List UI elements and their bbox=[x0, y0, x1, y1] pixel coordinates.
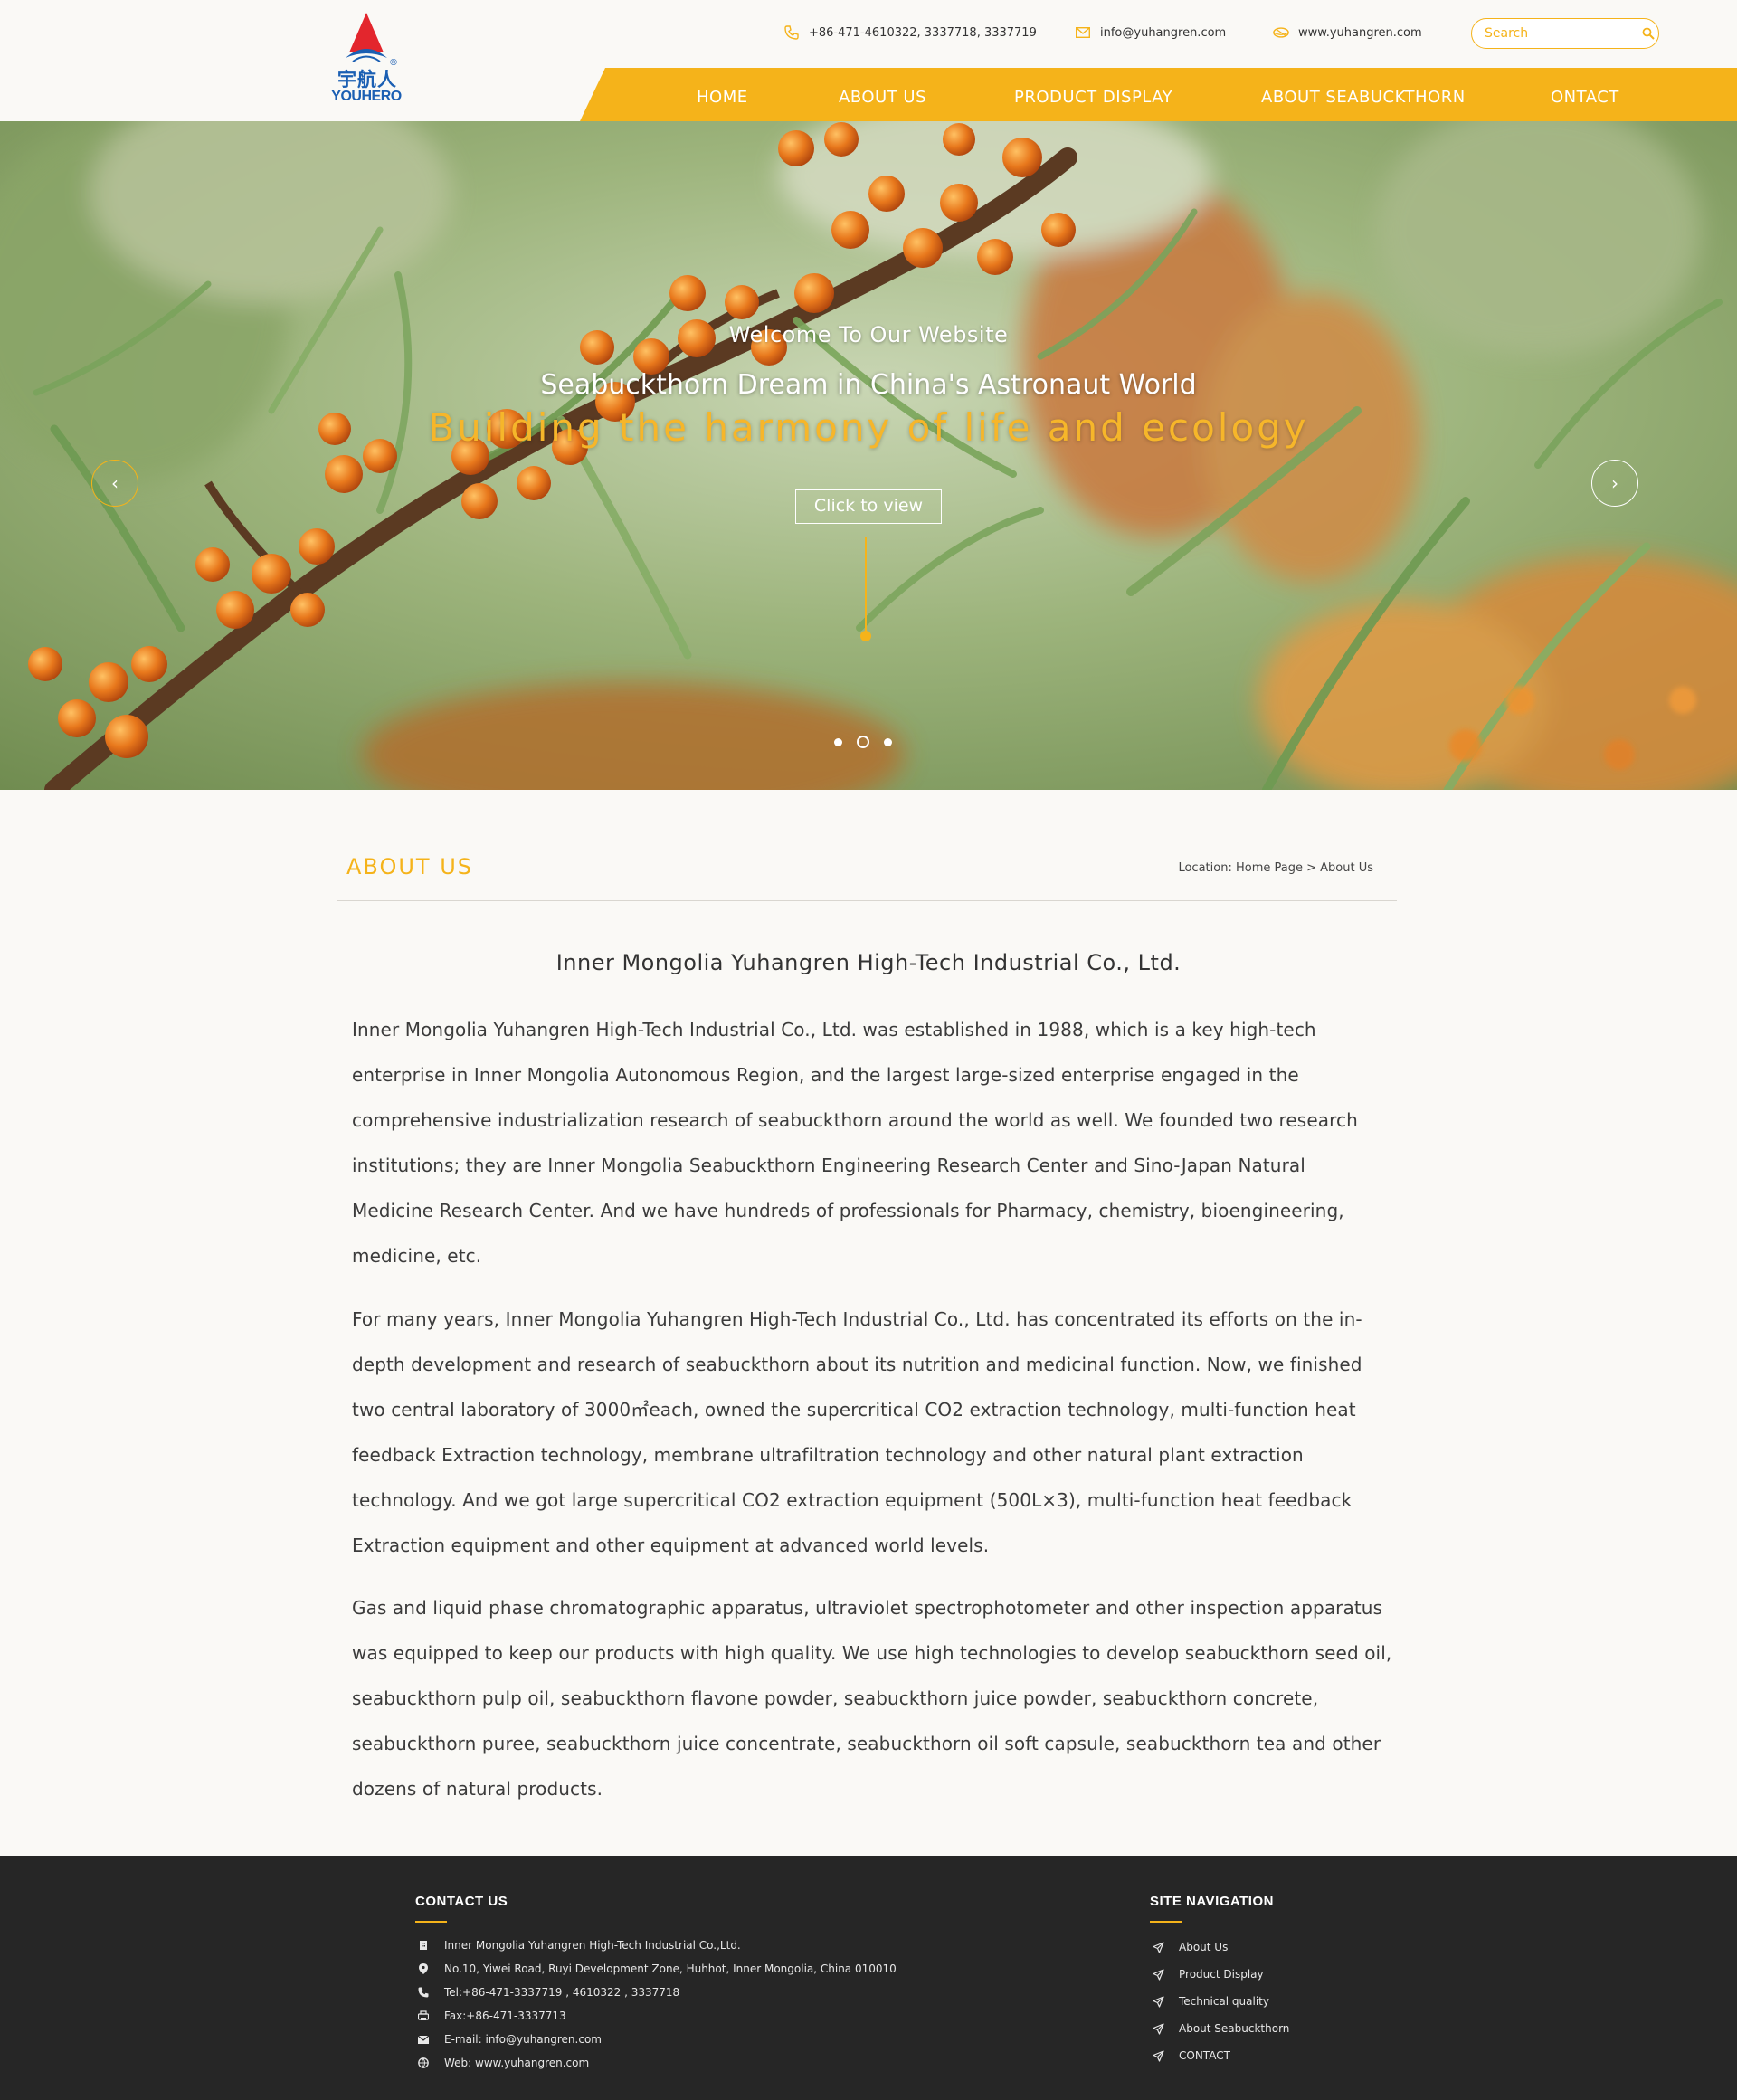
footer-fax-text: Fax:+86-471-3337713 bbox=[444, 2010, 566, 2022]
breadcrumb-current[interactable]: About Us bbox=[1320, 861, 1373, 875]
chevron-left-icon: ‹ bbox=[111, 472, 119, 494]
footer-web-text: Web: www.yuhangren.com bbox=[444, 2057, 590, 2069]
main-nav: HOME ABOUT US PRODUCT DISPLAY ABOUT SEAB… bbox=[580, 68, 1737, 121]
breadcrumb-separator: > bbox=[1302, 861, 1321, 875]
footer-contact-item: Tel:+86-471-3337719 , 4610322 , 3337718 bbox=[417, 1981, 897, 2004]
nav-about-us[interactable]: ABOUT US bbox=[839, 68, 926, 121]
slider-pagination bbox=[834, 736, 906, 748]
about-section-header: ABOUT US Location: Home Page > About Us bbox=[337, 850, 1397, 901]
header-email[interactable]: info@yuhangren.com bbox=[1075, 22, 1226, 43]
about-paragraph-3: Gas and liquid phase chromatographic app… bbox=[352, 1597, 1392, 1800]
site-header: ® 宇航人 YOUHERO +86-471-4610322, 3337718, … bbox=[0, 0, 1737, 121]
search-box bbox=[1471, 18, 1659, 49]
footer-nav-product-display[interactable]: Product Display bbox=[1152, 1961, 1289, 1988]
hero-view-button[interactable]: Click to view bbox=[795, 489, 942, 524]
hero-divider-dot bbox=[860, 631, 871, 641]
hero-tagline: Building the harmony of life and ecology bbox=[428, 405, 1309, 450]
slider-dot-3[interactable] bbox=[884, 737, 892, 746]
nav-contact[interactable]: ONTACT bbox=[1551, 68, 1619, 121]
footer-contact-underline bbox=[415, 1921, 447, 1923]
send-arrow-icon bbox=[1152, 1941, 1164, 1953]
slider-next-button[interactable]: › bbox=[1591, 460, 1638, 507]
slider-dot-2[interactable] bbox=[857, 736, 869, 748]
footer-tel-text: Tel:+86-471-3337719 , 4610322 , 3337718 bbox=[444, 1986, 680, 1999]
logo-mark-icon bbox=[346, 13, 387, 62]
breadcrumb-home-link[interactable]: Home Page bbox=[1236, 861, 1303, 875]
nav-product-display[interactable]: PRODUCT DISPLAY bbox=[1014, 68, 1172, 121]
send-arrow-icon bbox=[1152, 2022, 1164, 2035]
header-phone: +86-471-4610322, 3337718, 3337719 bbox=[783, 22, 1037, 43]
location-pin-icon bbox=[417, 1962, 430, 1975]
header-website-text: www.yuhangren.com bbox=[1298, 25, 1422, 40]
footer-nav-about-us[interactable]: About Us bbox=[1152, 1934, 1289, 1961]
phone-icon bbox=[417, 1986, 430, 1999]
footer-nav-label: About Us bbox=[1179, 1941, 1229, 1953]
footer-nav-label: Product Display bbox=[1179, 1968, 1264, 1981]
breadcrumb: Location: Home Page > About Us bbox=[1178, 861, 1373, 875]
footer-contact-item: Fax:+86-471-3337713 bbox=[417, 2004, 897, 2028]
footer-contact-item[interactable]: Web: www.yuhangren.com bbox=[417, 2051, 897, 2075]
footer-contact-item: Inner Mongolia Yuhangren High-Tech Indus… bbox=[417, 1934, 897, 1957]
footer-nav-contact[interactable]: CONTACT bbox=[1152, 2042, 1289, 2069]
footer-nav-label: Technical quality bbox=[1179, 1995, 1269, 2008]
hero-divider-line bbox=[865, 537, 867, 632]
seabuckthorn-photo bbox=[0, 121, 1737, 790]
slider-dot-1[interactable] bbox=[834, 737, 842, 746]
footer-contact-title: CONTACT US bbox=[415, 1894, 508, 1909]
search-input[interactable] bbox=[1485, 26, 1642, 41]
about-paragraph-2: For many years, Inner Mongolia Yuhangren… bbox=[352, 1308, 1362, 1556]
search-icon[interactable] bbox=[1642, 25, 1655, 42]
logo-english-text: YOUHERO bbox=[331, 89, 402, 104]
phone-icon bbox=[783, 24, 800, 41]
hero-banner: Welcome To Our Website Seabuckthorn Drea… bbox=[0, 121, 1737, 790]
send-arrow-icon bbox=[1152, 1968, 1164, 1981]
footer-nav-underline bbox=[1150, 1921, 1182, 1923]
about-paragraph-1: Inner Mongolia Yuhangren High-Tech Indus… bbox=[352, 1019, 1358, 1267]
section-title: ABOUT US bbox=[346, 854, 474, 879]
slider-prev-button[interactable]: ‹ bbox=[91, 460, 138, 507]
hero-welcome-text: Welcome To Our Website bbox=[728, 322, 1009, 347]
footer-contact-item[interactable]: E-mail: info@yuhangren.com bbox=[417, 2028, 897, 2051]
breadcrumb-label: Location: bbox=[1178, 861, 1236, 875]
footer-nav-technical-quality[interactable]: Technical quality bbox=[1152, 1988, 1289, 2015]
header-phone-text: +86-471-4610322, 3337718, 3337719 bbox=[809, 25, 1037, 40]
nav-home[interactable]: HOME bbox=[697, 68, 748, 121]
building-icon bbox=[417, 1939, 430, 1952]
footer-site-navigation: About Us Product Display Technical quali… bbox=[1152, 1934, 1289, 2069]
footer-nav-title: SITE NAVIGATION bbox=[1150, 1894, 1274, 1909]
hero-title: Seabuckthorn Dream in China's Astronaut … bbox=[540, 369, 1197, 401]
footer-company-text: Inner Mongolia Yuhangren High-Tech Indus… bbox=[444, 1939, 741, 1952]
globe-icon bbox=[1273, 24, 1289, 41]
footer-contact-item: No.10, Yiwei Road, Ruyi Development Zone… bbox=[417, 1957, 897, 1981]
header-email-text: info@yuhangren.com bbox=[1100, 25, 1227, 40]
footer-nav-about-seabuckthorn[interactable]: About Seabuckthorn bbox=[1152, 2015, 1289, 2042]
footer-nav-label: CONTACT bbox=[1179, 2049, 1230, 2062]
company-name-heading: Inner Mongolia Yuhangren High-Tech Indus… bbox=[555, 950, 1182, 975]
send-arrow-icon bbox=[1152, 2049, 1164, 2062]
send-arrow-icon bbox=[1152, 1995, 1164, 2008]
footer-contact-list: Inner Mongolia Yuhangren High-Tech Indus… bbox=[417, 1934, 897, 2075]
footer-email-text: E-mail: info@yuhangren.com bbox=[444, 2033, 602, 2046]
nav-about-seabuckthorn[interactable]: ABOUT SEABUCKTHORN bbox=[1261, 68, 1466, 121]
mail-icon bbox=[1075, 24, 1091, 41]
fax-icon bbox=[417, 2010, 430, 2022]
footer-nav-label: About Seabuckthorn bbox=[1179, 2022, 1290, 2035]
chevron-right-icon: › bbox=[1611, 472, 1618, 494]
footer-address-text: No.10, Yiwei Road, Ruyi Development Zone… bbox=[444, 1962, 897, 1975]
globe-icon bbox=[417, 2057, 430, 2069]
company-logo[interactable]: ® 宇航人 YOUHERO bbox=[326, 11, 407, 110]
mail-icon bbox=[417, 2033, 430, 2046]
header-website[interactable]: www.yuhangren.com bbox=[1273, 22, 1422, 43]
